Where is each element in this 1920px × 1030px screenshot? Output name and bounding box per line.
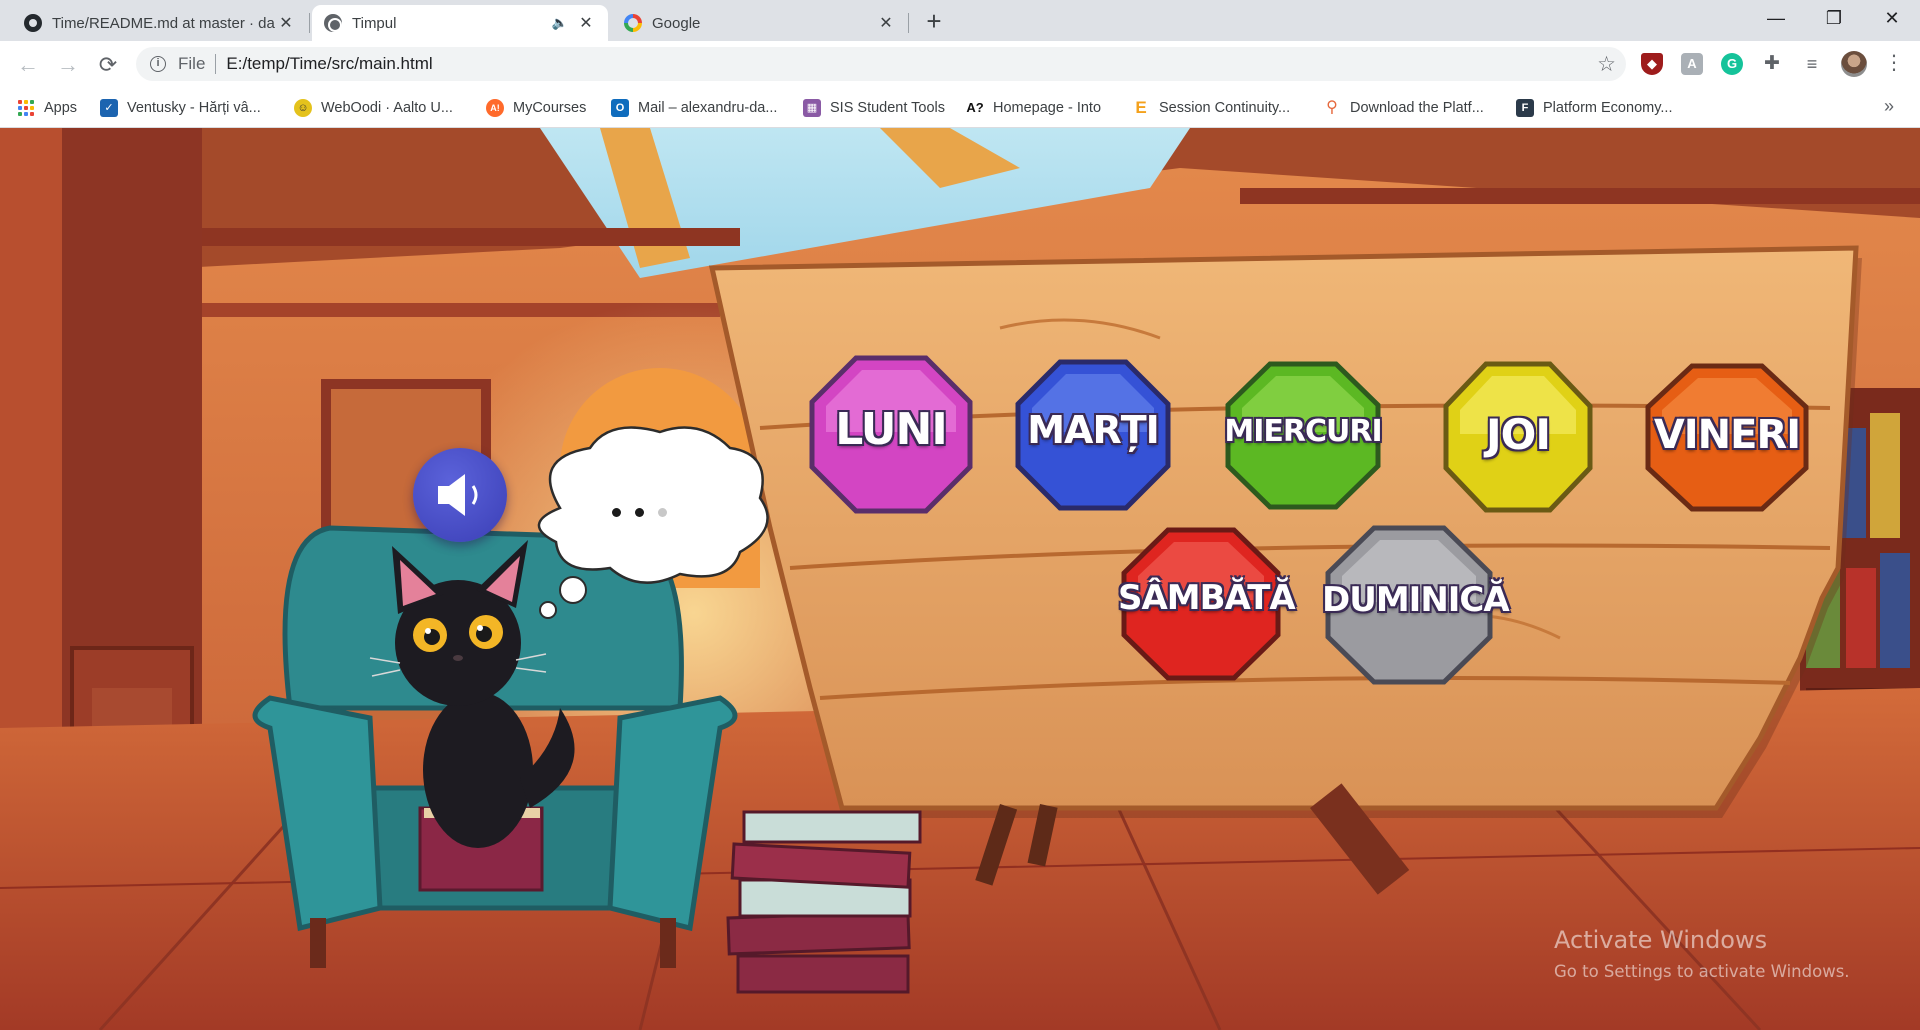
- bookmark-label: Homepage - Into: [993, 100, 1102, 116]
- apps-grid-icon: [18, 100, 34, 116]
- day-label: MIERCURI: [1224, 414, 1382, 449]
- day-button-duminica[interactable]: DUMINICĂ: [1322, 522, 1510, 688]
- address-scheme-label: File: [178, 54, 206, 73]
- day-button-miercuri[interactable]: MIERCURI: [1222, 358, 1384, 513]
- close-window-button[interactable]: ✕: [1864, 0, 1920, 41]
- globe-icon: [324, 14, 342, 32]
- bookmark-label: Download the Platf...: [1350, 100, 1484, 116]
- bookmark-platform[interactable]: F Platform Economy...: [1516, 96, 1672, 120]
- mycourses-icon: A!: [486, 99, 504, 117]
- bookmark-label: Platform Economy...: [1543, 100, 1673, 116]
- bookmark-label: WebOodi · Aalto U...: [321, 100, 453, 116]
- extensions-puzzle-icon[interactable]: ✚: [1761, 53, 1783, 75]
- reload-button[interactable]: ⟳: [92, 49, 124, 81]
- maximize-button[interactable]: ❐: [1806, 0, 1862, 41]
- browser-toolbar: ← → ⟳ i File E:/temp/Time/src/main.html …: [0, 41, 1920, 88]
- tab-close-icon[interactable]: ✕: [276, 13, 296, 33]
- bookmark-label: Session Continuity...: [1159, 100, 1291, 116]
- speaker-icon: [438, 474, 478, 516]
- day-label: JOI: [1486, 410, 1551, 459]
- thinking-dots: [612, 508, 667, 517]
- tab-strip: Time/README.md at master · da ✕ Timpul 🔈…: [0, 0, 1920, 41]
- day-label: SÂMBĂTĂ: [1118, 578, 1296, 618]
- thinking-dot: [635, 508, 644, 517]
- address-url[interactable]: E:/temp/Time/src/main.html: [226, 54, 432, 74]
- bookmark-session[interactable]: E Session Continuity...: [1132, 96, 1290, 120]
- bookmark-mycourses[interactable]: A! MyCourses: [486, 96, 586, 120]
- bookmark-mail[interactable]: O Mail – alexandru-da...: [611, 96, 777, 120]
- windows-activation-watermark: Activate Windows Go to Settings to activ…: [1554, 926, 1850, 981]
- bookmark-download[interactable]: ⚲ Download the Platf...: [1323, 96, 1484, 120]
- google-icon: [624, 14, 642, 32]
- thinking-dot: [658, 508, 667, 517]
- tab-title: Google: [652, 14, 701, 32]
- tab-title: Time/README.md at master · da: [52, 14, 275, 32]
- watermark-title: Activate Windows: [1554, 926, 1768, 954]
- forward-button[interactable]: →: [52, 49, 84, 81]
- address-bar[interactable]: i File E:/temp/Time/src/main.html ☆: [136, 47, 1626, 81]
- minimize-button[interactable]: —: [1748, 0, 1804, 41]
- tab-separator: [908, 13, 909, 33]
- bookmark-label: Ventusky - Hărți vâ...: [127, 100, 261, 116]
- tab-audio-icon[interactable]: 🔈: [552, 15, 568, 31]
- extension-grey-icon[interactable]: A: [1681, 53, 1703, 75]
- tab-title: Timpul: [352, 14, 397, 32]
- bookmark-label: Mail – alexandru-da...: [638, 100, 778, 116]
- day-label: MARȚI: [1027, 408, 1160, 452]
- back-button[interactable]: ←: [12, 49, 44, 81]
- grammarly-icon[interactable]: G: [1721, 53, 1743, 75]
- tab-timpul[interactable]: Timpul 🔈 ✕: [312, 5, 608, 41]
- bookmark-label: MyCourses: [513, 100, 587, 116]
- bookmark-ventusky[interactable]: ✓ Ventusky - Hărți vâ...: [100, 96, 261, 120]
- bookmark-weboodi[interactable]: ☺ WebOodi · Aalto U...: [294, 96, 453, 120]
- day-button-vineri[interactable]: VINERI: [1642, 360, 1812, 515]
- download-icon: ⚲: [1326, 99, 1338, 116]
- into-icon: A?: [966, 100, 984, 115]
- tab-close-icon[interactable]: ✕: [576, 13, 596, 33]
- bookmarks-overflow-icon[interactable]: »: [1884, 96, 1894, 117]
- media-queue-icon[interactable]: ≡: [1801, 53, 1823, 75]
- bookmark-label: SIS Student Tools: [830, 100, 946, 116]
- tab-close-icon[interactable]: ✕: [876, 13, 896, 33]
- bookmark-star-icon[interactable]: ☆: [1597, 52, 1616, 77]
- sis-icon: ▦: [803, 99, 821, 117]
- github-icon: [24, 14, 42, 32]
- info-icon[interactable]: i: [150, 56, 166, 72]
- day-button-luni[interactable]: LUNI: [806, 352, 976, 517]
- day-label: DUMINICĂ: [1322, 580, 1510, 620]
- session-icon: E: [1135, 98, 1147, 117]
- platform-icon: F: [1516, 99, 1534, 117]
- thinking-dot: [612, 508, 621, 517]
- ublock-icon[interactable]: ◆: [1641, 53, 1663, 75]
- weboodi-icon: ☺: [294, 99, 312, 117]
- bookmark-into[interactable]: A? Homepage - Into: [966, 96, 1101, 120]
- bookmarks-bar: Apps ✓ Ventusky - Hărți vâ... ☺ WebOodi …: [0, 88, 1920, 128]
- bookmark-label: Apps: [44, 100, 78, 116]
- bookmark-apps[interactable]: Apps: [18, 96, 77, 120]
- game-viewport: LUNI MARȚI MIERCURI JOI VINERI SÂMBĂTĂ D…: [0, 128, 1920, 1030]
- outlook-icon: O: [611, 99, 629, 117]
- profile-avatar[interactable]: [1841, 51, 1867, 77]
- watermark-subtitle: Go to Settings to activate Windows.: [1554, 962, 1850, 981]
- day-label: LUNI: [835, 404, 947, 455]
- ventusky-icon: ✓: [100, 99, 118, 117]
- library-room-background: [0, 128, 1920, 1030]
- tab-google[interactable]: Google ✕: [612, 5, 908, 41]
- day-button-sambata[interactable]: SÂMBĂTĂ: [1118, 524, 1296, 684]
- tab-github-readme[interactable]: Time/README.md at master · da ✕: [12, 5, 308, 41]
- speaker-button[interactable]: [413, 448, 507, 542]
- menu-kebab-icon[interactable]: ⋮: [1884, 51, 1904, 77]
- new-tab-button[interactable]: +: [918, 6, 950, 38]
- day-label: VINERI: [1653, 412, 1801, 458]
- address-separator: [215, 54, 217, 74]
- day-button-marti[interactable]: MARȚI: [1012, 356, 1174, 514]
- day-button-joi[interactable]: JOI: [1440, 358, 1596, 516]
- tab-separator: [309, 13, 310, 33]
- bookmark-sis[interactable]: ▦ SIS Student Tools: [803, 96, 945, 120]
